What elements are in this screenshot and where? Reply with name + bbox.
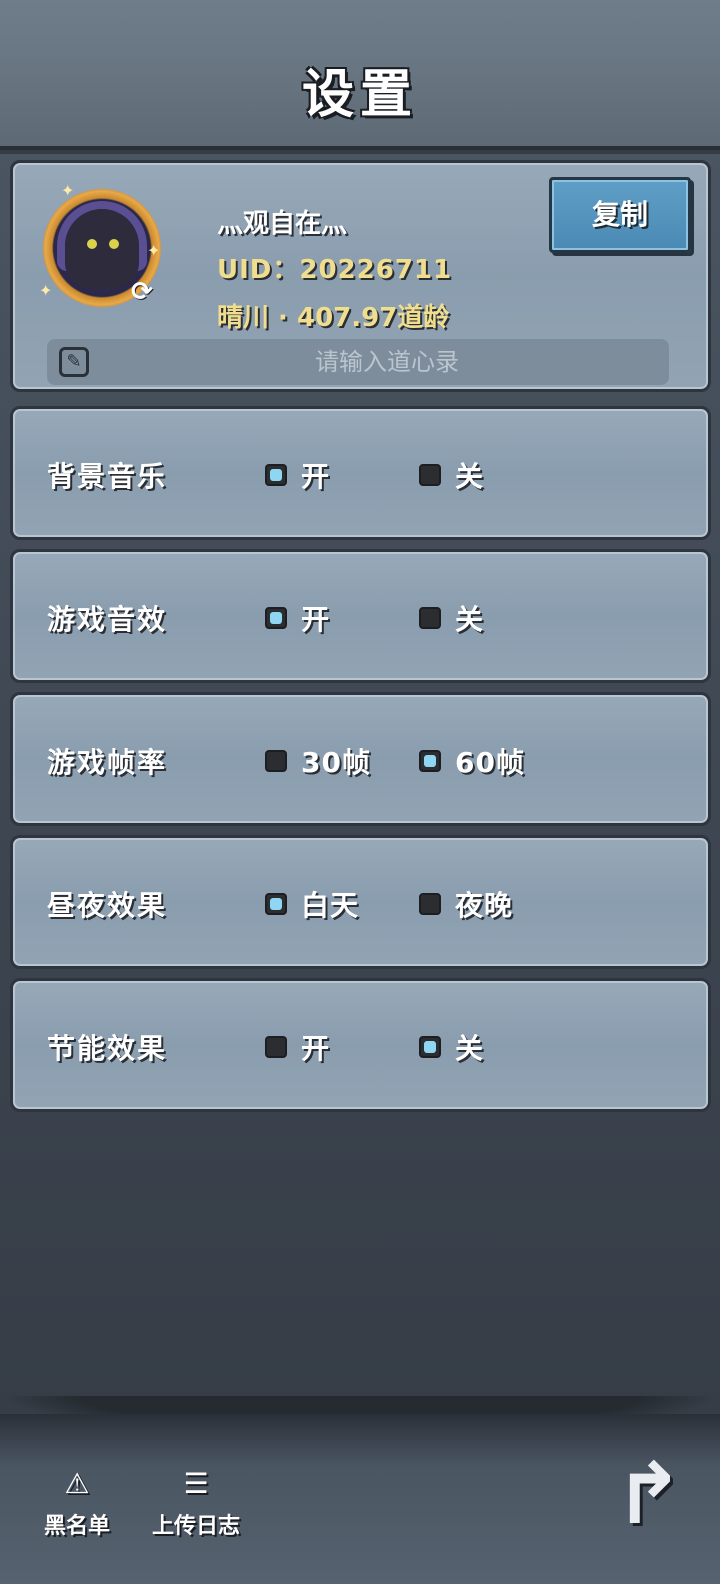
option-label: 30帧 [301, 746, 371, 779]
setting-row-framerate: 游戏帧率 30帧 60帧 [10, 692, 711, 826]
option-label: 夜晚 [455, 889, 514, 922]
option-label: 关 [455, 1032, 485, 1065]
option-label: 开 [301, 1032, 331, 1065]
profile-card: ✦ ✦ ✦ ⟳ 灬观自在灬 UID：20226711 晴川 · 407.97道龄… [10, 160, 711, 392]
setting-label: 背景音乐 [47, 460, 168, 493]
option-bgm-on[interactable]: 开 [265, 457, 330, 493]
option-label: 开 [301, 603, 331, 636]
edit-icon[interactable]: ✎ [59, 347, 89, 377]
radio-checked-icon[interactable] [419, 750, 441, 772]
sparkle-icon: ✦ [61, 181, 75, 200]
option-label: 开 [301, 460, 331, 493]
radio-unchecked-icon[interactable] [265, 1036, 287, 1058]
avatar-eye-left [87, 239, 97, 249]
radio-unchecked-icon[interactable] [265, 750, 287, 772]
radio-checked-icon[interactable] [265, 464, 287, 486]
radio-checked-icon[interactable] [265, 607, 287, 629]
option-label: 关 [455, 460, 485, 493]
option-label: 关 [455, 603, 485, 636]
player-uid: UID：20226711 [217, 255, 453, 285]
sparkle-icon: ✦ [39, 281, 53, 300]
copy-button[interactable]: 复制 [549, 177, 691, 253]
player-nickname: 灬观自在灬 [217, 209, 348, 239]
setting-row-daynight: 昼夜效果 白天 夜晚 [10, 835, 711, 969]
option-label: 白天 [301, 889, 360, 922]
avatar-eye-right [109, 239, 119, 249]
option-bgm-off[interactable]: 关 [419, 457, 484, 493]
option-powersave-off[interactable]: 关 [419, 1029, 484, 1065]
radio-unchecked-icon[interactable] [419, 607, 441, 629]
warning-icon: ⚠ [64, 1467, 90, 1500]
radio-unchecked-icon[interactable] [419, 464, 441, 486]
motto-input[interactable] [107, 339, 667, 385]
blacklist-button[interactable]: ⚠ 黑名单 [44, 1468, 110, 1540]
radio-checked-icon[interactable] [265, 893, 287, 915]
option-sfx-off[interactable]: 关 [419, 600, 484, 636]
radio-unchecked-icon[interactable] [419, 893, 441, 915]
blacklist-label: 黑名单 [44, 1514, 111, 1539]
player-realm: 晴川 · 407.97道龄 [217, 303, 450, 333]
setting-row-powersave: 节能效果 开 关 [10, 978, 711, 1112]
option-night[interactable]: 夜晚 [419, 886, 513, 922]
option-sfx-on[interactable]: 开 [265, 600, 330, 636]
option-day[interactable]: 白天 [265, 886, 359, 922]
page-title: 设置 [301, 65, 418, 125]
setting-row-sfx: 游戏音效 开 关 [10, 549, 711, 683]
radio-checked-icon[interactable] [419, 1036, 441, 1058]
setting-label: 游戏音效 [47, 603, 168, 636]
log-icon: ☰ [183, 1467, 209, 1500]
setting-row-bgm: 背景音乐 开 关 [10, 406, 711, 540]
option-powersave-on[interactable]: 开 [265, 1029, 330, 1065]
option-60fps[interactable]: 60帧 [419, 743, 525, 779]
refresh-icon[interactable]: ⟳ [127, 277, 157, 307]
setting-label: 游戏帧率 [47, 746, 168, 779]
setting-label: 昼夜效果 [47, 889, 168, 922]
option-label: 60帧 [455, 746, 525, 779]
motto-field: ✎ [47, 339, 669, 385]
upload-log-button[interactable]: ☰ 上传日志 [152, 1468, 240, 1540]
back-arrow-icon[interactable]: ↱ [606, 1448, 692, 1540]
option-30fps[interactable]: 30帧 [265, 743, 371, 779]
sparkle-icon: ✦ [147, 241, 161, 260]
setting-label: 节能效果 [47, 1032, 168, 1065]
upload-log-label: 上传日志 [152, 1514, 241, 1539]
